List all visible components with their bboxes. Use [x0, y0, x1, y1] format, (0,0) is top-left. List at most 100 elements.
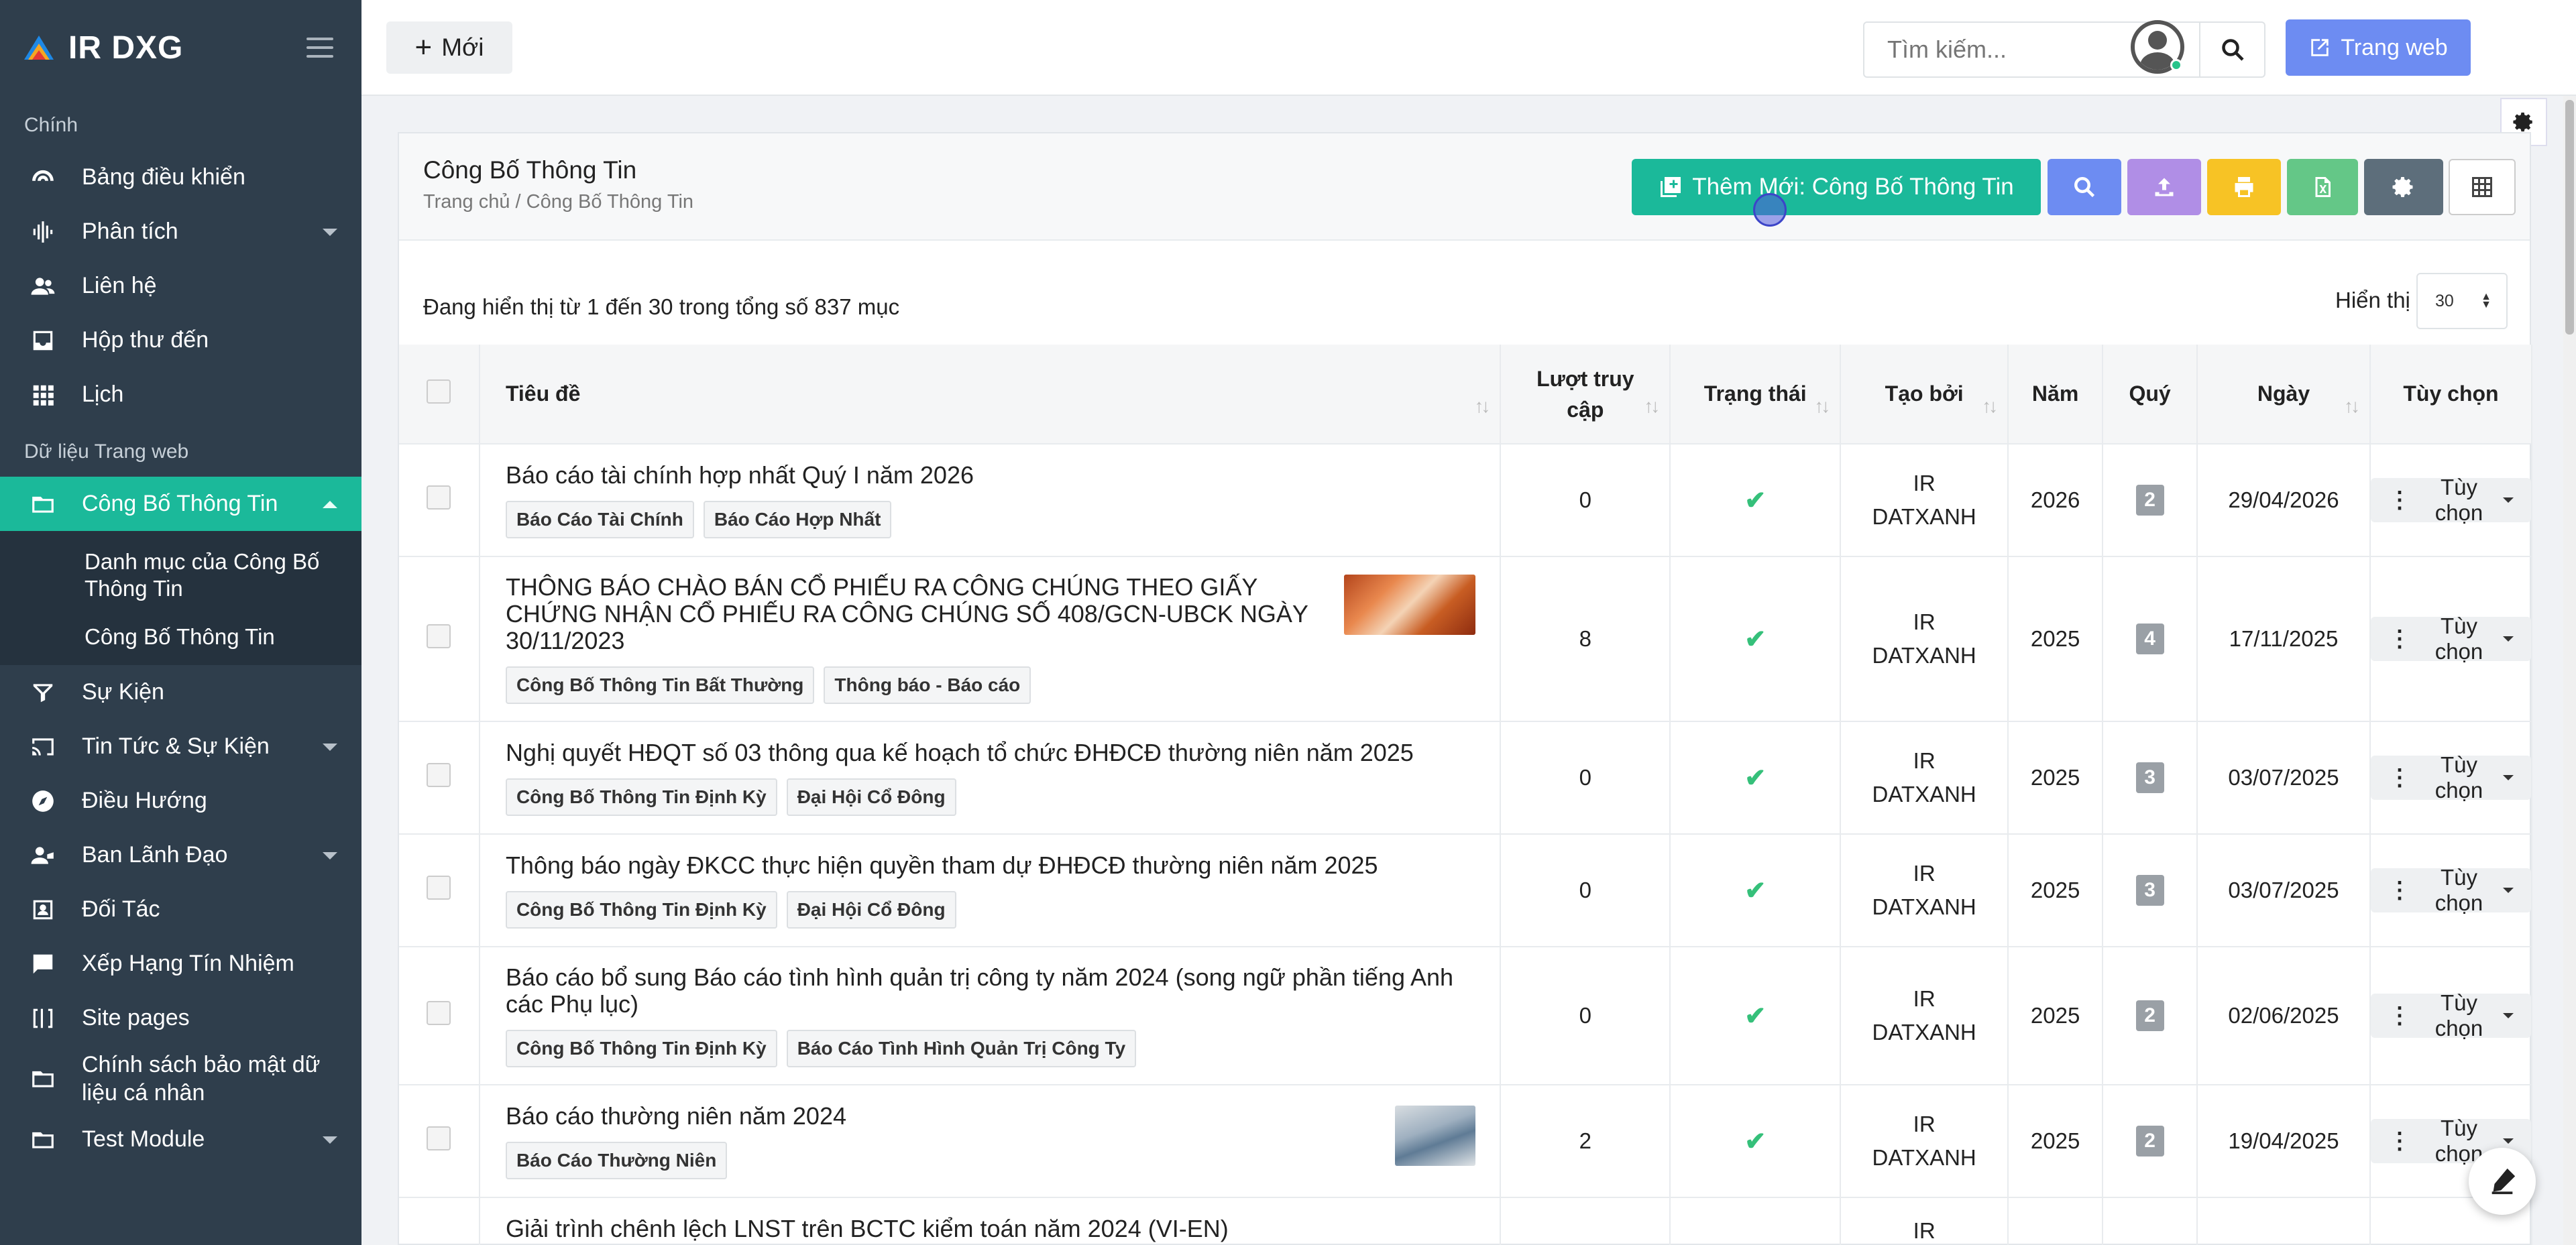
sidebar-item-privacy-policy[interactable]: Chính sách bảo mật dữ liệu cá nhân	[0, 1045, 361, 1112]
row-options-button[interactable]: ⋮ Tùy chọn	[2370, 475, 2531, 525]
category-tag[interactable]: Đại Hội Cổ Đông	[786, 778, 956, 816]
brand-name: IR DXG	[68, 29, 184, 66]
row-checkbox[interactable]	[427, 763, 451, 787]
row-title[interactable]: Nghị quyết HĐQT số 03 thông qua kế hoạch…	[506, 739, 1475, 766]
row-checkbox[interactable]	[427, 624, 451, 648]
scrollbar[interactable]	[2563, 96, 2576, 1245]
category-tag[interactable]: Đại Hội Cổ Đông	[786, 891, 956, 929]
header-title[interactable]: Tiêu đề ↑↓	[479, 345, 1502, 444]
settings-button[interactable]	[2364, 159, 2443, 215]
sidebar-item-label: Điều Hướng	[82, 788, 207, 813]
check-icon: ✔	[1744, 1127, 1767, 1156]
breadcrumb[interactable]: Trang chủ / Công Bố Thông Tin	[423, 191, 693, 213]
category-tag[interactable]: Báo Cáo Tài Chính	[505, 501, 694, 538]
select-all-checkbox[interactable]	[427, 379, 451, 404]
created-by-line2: DATXANH	[1872, 782, 1976, 807]
category-tag[interactable]: Báo Cáo Hợp Nhất	[703, 501, 892, 538]
add-new-button[interactable]: Thêm Mới: Công Bố Thông Tin	[1632, 159, 2041, 215]
header-options: Tùy chọn	[2369, 345, 2533, 444]
sidebar-subitem-disclosure[interactable]: Công Bố Thông Tin	[0, 613, 361, 661]
sidebar-item-navigation[interactable]: Điều Hướng	[0, 774, 361, 828]
folder-icon	[30, 491, 56, 518]
table-row[interactable]: Báo cáo thường niên năm 2024 Báo Cáo Thườ…	[399, 1085, 2533, 1198]
section-title-main: Chính	[24, 114, 78, 136]
brand[interactable]: IR DXG	[0, 0, 361, 95]
topbar: + Mới Trang web	[361, 0, 2576, 96]
sort-icon: ↑↓	[1982, 396, 1998, 416]
columns-button[interactable]	[2449, 159, 2516, 215]
row-checkbox[interactable]	[427, 1001, 451, 1025]
category-tag[interactable]: Công Bố Thông Tin Định Kỳ	[505, 1030, 777, 1067]
sidebar-item-credit-rating[interactable]: Xếp Hạng Tín Nhiệm	[0, 937, 361, 991]
print-button[interactable]	[2207, 159, 2281, 215]
views-cell: 0	[1500, 834, 1671, 947]
search-toggle-button[interactable]	[2048, 159, 2121, 215]
header-year-label: Năm	[2031, 381, 2079, 406]
sidebar-item-calendar[interactable]: Lịch	[0, 367, 361, 422]
table-row[interactable]: Thông báo ngày ĐKCC thực hiện quyền tham…	[399, 834, 2533, 947]
category-tag[interactable]: Công Bố Thông Tin Định Kỳ	[505, 891, 777, 929]
header-status[interactable]: Trạng thái ↑↓	[1670, 345, 1842, 444]
row-title[interactable]: Thông báo ngày ĐKCC thực hiện quyền tham…	[506, 852, 1475, 879]
table-row[interactable]: Giải trình chênh lệch LNST trên BCTC kiể…	[399, 1197, 2533, 1245]
row-title[interactable]: Báo cáo tài chính hợp nhất Quý I năm 202…	[506, 462, 1475, 489]
page-size-select[interactable]: 30 ▲ ▼	[2416, 273, 2508, 329]
row-checkbox[interactable]	[427, 485, 451, 510]
category-tag[interactable]: Công Bố Thông Tin Định Kỳ	[505, 778, 777, 816]
sort-icon: ↑↓	[1814, 396, 1830, 416]
sidebar-item-test-module[interactable]: Test Module	[0, 1112, 361, 1167]
sidebar-item-contacts[interactable]: Liên hệ	[0, 259, 361, 313]
header-created-by[interactable]: Tạo bởi ↑↓	[1840, 345, 2009, 444]
table-row[interactable]: Nghị quyết HĐQT số 03 thông qua kế hoạch…	[399, 721, 2533, 835]
quarter-cell: 4	[2103, 556, 2198, 722]
sidebar-item-site-pages[interactable]: Site pages	[0, 991, 361, 1045]
sidebar-item-disclosure[interactable]: Công Bố Thông Tin	[0, 477, 361, 531]
row-checkbox[interactable]	[427, 1126, 451, 1150]
header-views[interactable]: Lượt truy cập ↑↓	[1500, 345, 1671, 444]
row-title[interactable]: Báo cáo thường niên năm 2024	[506, 1103, 1325, 1130]
created-by-line2: DATXANH	[1872, 504, 1976, 529]
row-title[interactable]: THÔNG BÁO CHÀO BÁN CỔ PHIẾU RA CÔNG CHÚN…	[506, 574, 1325, 654]
sidebar-item-news[interactable]: Tin Tức & Sự Kiện	[0, 719, 361, 774]
created-by-line1: IR	[1913, 1218, 1936, 1243]
sidebar-item-partners[interactable]: Đối Tác	[0, 882, 361, 937]
hamburger-menu-icon[interactable]	[306, 38, 333, 58]
row-checkbox[interactable]	[427, 876, 451, 900]
views-cell: 0	[1500, 721, 1671, 835]
section-title-web: Dữ liệu Trang web	[24, 440, 189, 463]
table-row[interactable]: Báo cáo tài chính hợp nhất Quý I năm 202…	[399, 444, 2533, 557]
row-title[interactable]: Giải trình chênh lệch LNST trên BCTC kiể…	[506, 1216, 1475, 1242]
page-size-label: Hiển thị	[2335, 288, 2410, 312]
sidebar-item-label: Phân tích	[82, 219, 178, 244]
sidebar-item-inbox[interactable]: Hộp thư đến	[0, 313, 361, 367]
export-excel-button[interactable]	[2287, 159, 2358, 215]
sidebar-item-label: Đối Tác	[82, 896, 160, 922]
sidebar-item-leadership[interactable]: Ban Lãnh Đạo	[0, 828, 361, 882]
sidebar-subitem-categories[interactable]: Danh mục của Công Bố Thông Tin	[0, 538, 361, 613]
page-size-value: 30	[2435, 291, 2454, 310]
new-button[interactable]: + Mới	[386, 21, 512, 74]
row-options-button[interactable]: ⋮ Tùy chọn	[2370, 752, 2531, 803]
row-options-button[interactable]: ⋮ Tùy chọn	[2370, 865, 2531, 915]
sidebar-item-analytics[interactable]: Phân tích	[0, 204, 361, 259]
website-button[interactable]: Trang web	[2286, 19, 2471, 76]
row-options-button[interactable]: ⋮ Tùy chọn	[2370, 613, 2531, 664]
sidebar-item-dashboard[interactable]: Bảng điều khiển	[0, 150, 361, 204]
year-cell: 2025	[2008, 556, 2104, 722]
category-tag[interactable]: Công Bố Thông Tin Bất Thường	[505, 666, 815, 704]
category-tag[interactable]: Thông báo - Báo cáo	[824, 666, 1031, 704]
search-button[interactable]	[2199, 23, 2264, 76]
edit-floating-button[interactable]	[2469, 1148, 2536, 1215]
category-tag[interactable]: Báo Cáo Thường Niên	[505, 1142, 728, 1179]
category-tag[interactable]: Báo Cáo Tình Hình Quản Trị Công Ty	[786, 1030, 1137, 1067]
import-button[interactable]	[2127, 159, 2201, 215]
sidebar-item-events[interactable]: Sự Kiện	[0, 665, 361, 719]
table-row[interactable]: Báo cáo bổ sung Báo cáo tình hình quản t…	[399, 947, 2533, 1085]
quarter-badge: 2	[2135, 1126, 2164, 1157]
new-button-label: Mới	[441, 34, 484, 61]
row-title[interactable]: Báo cáo bổ sung Báo cáo tình hình quản t…	[506, 964, 1475, 1018]
table-row[interactable]: THÔNG BÁO CHÀO BÁN CỔ PHIẾU RA CÔNG CHÚN…	[399, 556, 2533, 722]
row-options-button[interactable]: ⋮ Tùy chọn	[2370, 990, 2531, 1041]
title-cell: Nghị quyết HĐQT số 03 thông qua kế hoạch…	[479, 721, 1502, 835]
header-date[interactable]: Ngày ↑↓	[2197, 345, 2371, 444]
